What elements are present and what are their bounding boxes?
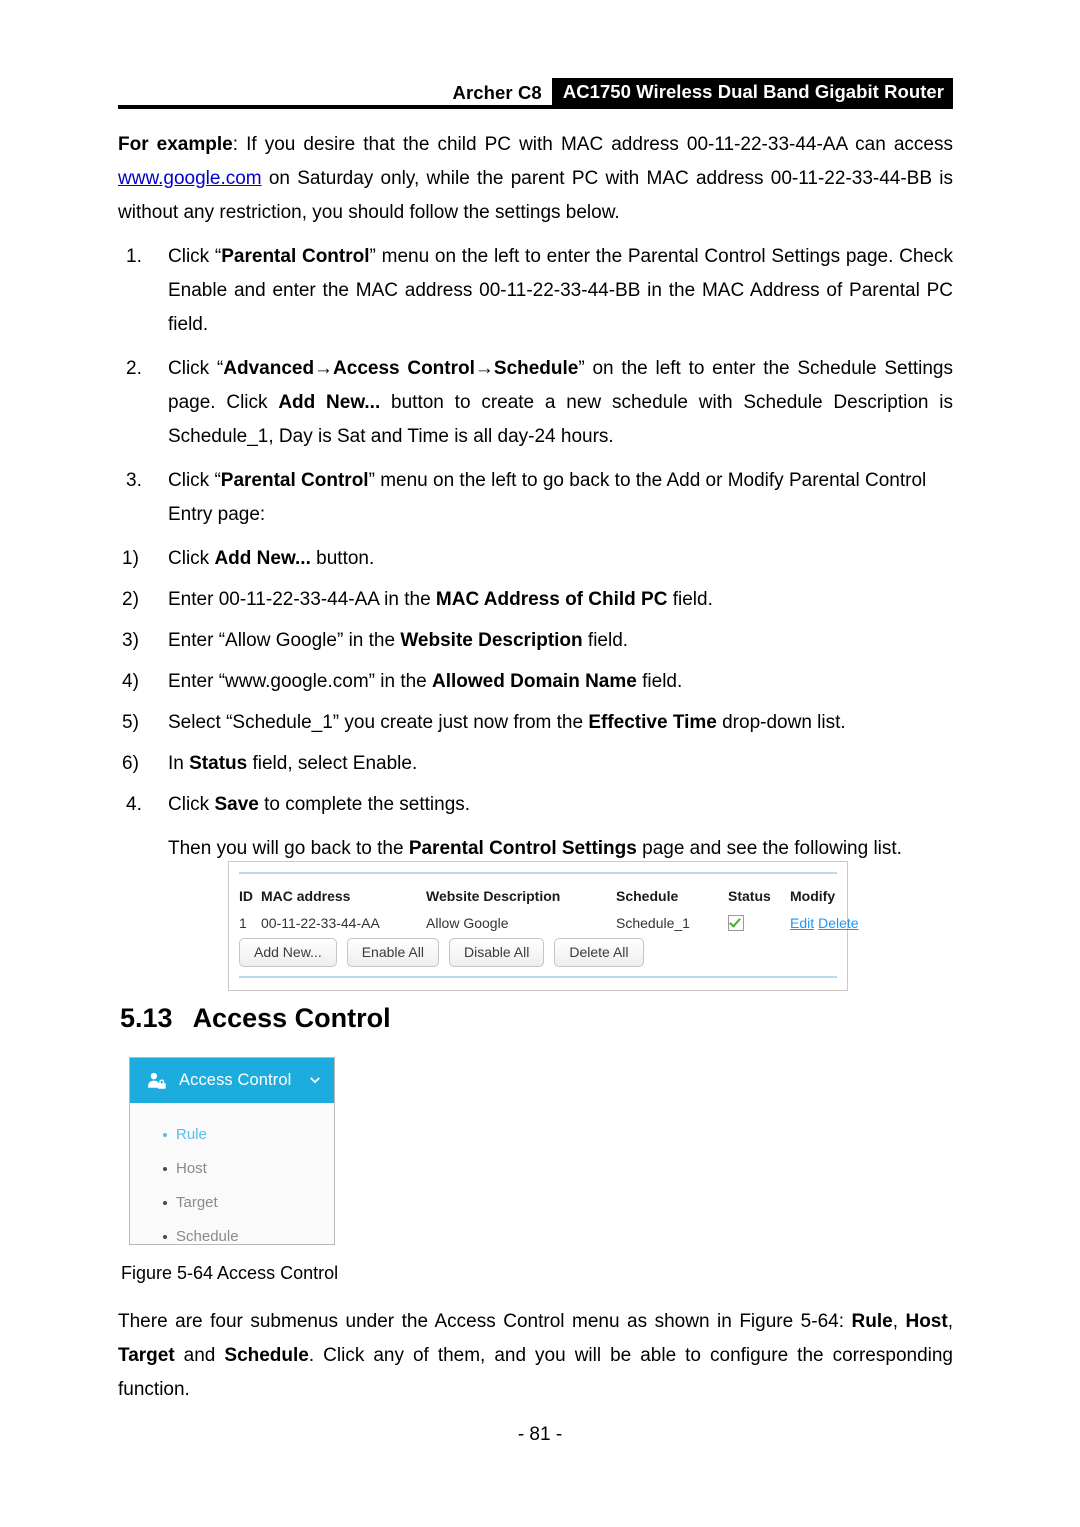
submenu-item-rule[interactable]: Rule bbox=[130, 1118, 334, 1152]
header-model: Archer C8 bbox=[452, 82, 542, 103]
add-new-button[interactable]: Add New... bbox=[239, 938, 337, 967]
submenu-item-label: Schedule bbox=[176, 1228, 239, 1245]
step-text: Click Save to complete the settings. bbox=[168, 794, 471, 815]
column-header-description: Website Description bbox=[426, 887, 561, 904]
access-control-menu-header[interactable]: Access Control bbox=[130, 1058, 334, 1103]
delete-link[interactable]: Delete bbox=[818, 915, 858, 931]
cell-modify: Edit Delete bbox=[790, 915, 859, 931]
access-control-menu-screenshot: Access Control Rule Host Target Schedule bbox=[129, 1057, 335, 1245]
disable-all-button[interactable]: Disable All bbox=[448, 938, 545, 967]
submenu-item-host[interactable]: Host bbox=[130, 1152, 334, 1186]
substep-text: Select “Schedule_1” you create just now … bbox=[168, 712, 846, 733]
cell-schedule: Schedule_1 bbox=[616, 914, 690, 931]
table-top-rule bbox=[239, 872, 837, 874]
step-text: Click “Parental Control” menu on the lef… bbox=[168, 246, 953, 335]
intro-part1: : If you desire that the child PC with M… bbox=[232, 134, 954, 155]
substep-item: 6) In Status field, select Enable. bbox=[118, 747, 953, 781]
table-row: 1 00-11-22-33-44-AA Allow Google Schedul… bbox=[239, 909, 859, 936]
step-marker: 3. bbox=[126, 470, 142, 491]
substep-marker: 3) bbox=[122, 630, 139, 651]
substeps-list: 1) Click Add New... button. 2) Enter 00-… bbox=[118, 542, 953, 781]
column-header-status: Status bbox=[728, 887, 771, 904]
step-item: 2. Click “Advanced→Access Control→Schedu… bbox=[118, 352, 953, 454]
substep-item: 2) Enter 00-11-22-33-44-AA in the MAC Ad… bbox=[118, 583, 953, 617]
substep-marker: 4) bbox=[122, 671, 139, 692]
cell-status bbox=[728, 914, 790, 932]
step-item: 3. Click “Parental Control” menu on the … bbox=[118, 464, 953, 532]
step-marker: 2. bbox=[126, 358, 142, 379]
substep-item: 4) Enter “www.google.com” in the Allowed… bbox=[118, 665, 953, 699]
steps-list: 1. Click “Parental Control” menu on the … bbox=[118, 240, 953, 532]
substep-item: 5) Select “Schedule_1” you create just n… bbox=[118, 706, 953, 740]
bullet-icon bbox=[163, 1133, 167, 1137]
bullet-icon bbox=[163, 1167, 167, 1171]
closing-paragraph-wrapper: There are four submenus under the Access… bbox=[118, 1305, 953, 1417]
enable-all-button[interactable]: Enable All bbox=[346, 938, 439, 967]
column-header-mac: MAC address bbox=[261, 887, 351, 904]
step-marker: 4. bbox=[126, 794, 142, 815]
column-header-modify: Modify bbox=[790, 887, 836, 904]
page-body: For example: If you desire that the chil… bbox=[118, 128, 953, 874]
substep-text: In Status field, select Enable. bbox=[168, 753, 418, 774]
substep-marker: 2) bbox=[122, 589, 139, 610]
substep-marker: 1) bbox=[122, 548, 139, 569]
status-checkbox-checked-icon[interactable] bbox=[728, 915, 744, 932]
user-lock-icon bbox=[148, 1072, 166, 1089]
substep-text: Click Add New... button. bbox=[168, 548, 375, 569]
substep-text: Enter 00-11-22-33-44-AA in the MAC Addre… bbox=[168, 589, 713, 610]
closing-text: There are four submenus under the Access… bbox=[118, 1311, 953, 1400]
submenu-item-label: Target bbox=[176, 1194, 218, 1211]
after-note-text: Then you will go back to the Parental Co… bbox=[168, 838, 902, 859]
step-text: Click “Advanced→Access Control→Schedule”… bbox=[168, 358, 953, 447]
substep-text: Enter “www.google.com” in the Allowed Do… bbox=[168, 671, 683, 692]
parental-control-list-screenshot: ID MAC address Website Description Sched… bbox=[228, 861, 859, 991]
delete-all-button[interactable]: Delete All bbox=[554, 938, 644, 967]
header-product-title: AC1750 Wireless Dual Band Gigabit Router bbox=[551, 78, 953, 105]
cell-description: Allow Google bbox=[426, 914, 509, 931]
section-number: 5.13 bbox=[120, 1003, 173, 1033]
step-marker: 1. bbox=[126, 246, 142, 267]
substep-marker: 6) bbox=[122, 753, 139, 774]
step-text: Click “Parental Control” menu on the lef… bbox=[168, 470, 927, 525]
bullet-icon bbox=[163, 1235, 167, 1239]
edit-link[interactable]: Edit bbox=[790, 915, 814, 931]
section-title: Access Control bbox=[192, 1003, 391, 1033]
table-action-buttons: Add New... Enable All Disable All Delete… bbox=[239, 938, 644, 967]
page-number: - 81 - bbox=[517, 1424, 563, 1445]
column-header-id: ID bbox=[239, 887, 253, 904]
page-header: Archer C8 AC1750 Wireless Dual Band Giga… bbox=[118, 78, 953, 110]
submenu-item-label: Rule bbox=[176, 1126, 207, 1143]
google-link[interactable]: www.google.com bbox=[118, 168, 262, 189]
bullet-icon bbox=[163, 1201, 167, 1205]
steps-list-continued: 4. Click Save to complete the settings. bbox=[118, 788, 953, 822]
intro-label: For example bbox=[118, 134, 233, 155]
parental-control-table: ID MAC address Website Description Sched… bbox=[239, 882, 859, 936]
substep-item: 3) Enter “Allow Google” in the Website D… bbox=[118, 624, 953, 658]
substep-text: Enter “Allow Google” in the Website Desc… bbox=[168, 630, 629, 651]
substep-item: 1) Click Add New... button. bbox=[118, 542, 953, 576]
access-control-submenu-list: Rule Host Target Schedule bbox=[130, 1103, 334, 1254]
closing-paragraph: There are four submenus under the Access… bbox=[118, 1305, 953, 1407]
submenu-item-schedule[interactable]: Schedule bbox=[130, 1220, 334, 1254]
substep-marker: 5) bbox=[122, 712, 139, 733]
submenu-item-label: Host bbox=[176, 1160, 207, 1177]
access-control-menu-title: Access Control bbox=[179, 1071, 292, 1089]
table-header-row: ID MAC address Website Description Sched… bbox=[239, 882, 837, 909]
cell-mac: 00-11-22-33-44-AA bbox=[261, 914, 380, 931]
intro-paragraph: For example: If you desire that the chil… bbox=[118, 128, 953, 230]
header-divider bbox=[118, 105, 953, 109]
table-bottom-rule bbox=[239, 976, 837, 978]
chevron-down-icon[interactable] bbox=[308, 1074, 322, 1088]
column-header-schedule: Schedule bbox=[616, 887, 679, 904]
document-page: Archer C8 AC1750 Wireless Dual Band Giga… bbox=[0, 0, 1080, 1527]
section-heading: 5.13 Access Control bbox=[120, 1003, 391, 1034]
cell-id: 1 bbox=[239, 914, 247, 931]
step-item: 1. Click “Parental Control” menu on the … bbox=[118, 240, 953, 342]
submenu-item-target[interactable]: Target bbox=[130, 1186, 334, 1220]
step-item: 4. Click Save to complete the settings. bbox=[118, 788, 953, 822]
figure-caption: Figure 5-64 Access Control bbox=[121, 1263, 339, 1283]
